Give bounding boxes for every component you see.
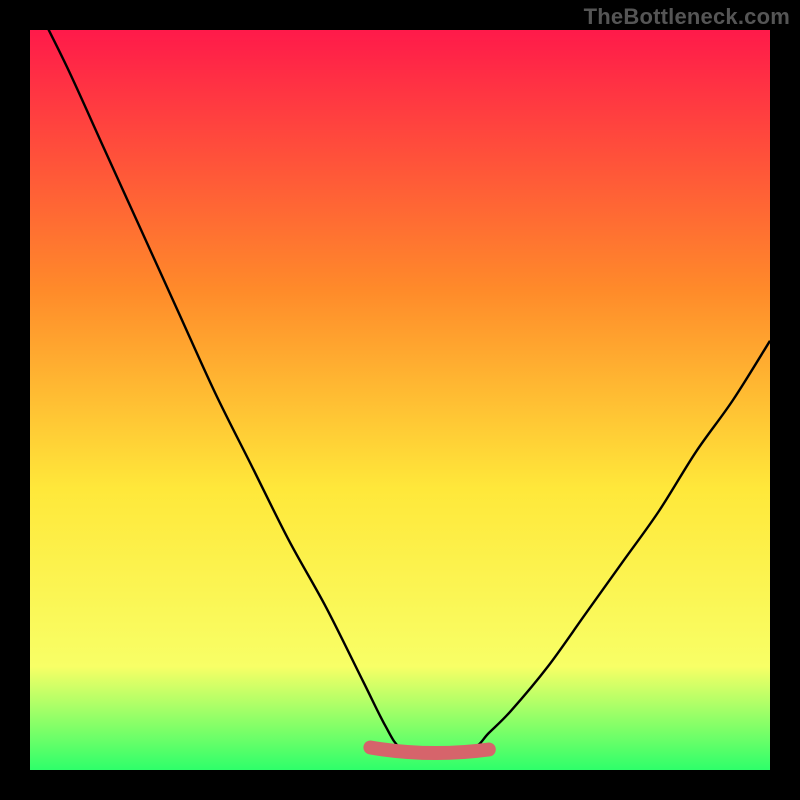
chart-frame: TheBottleneck.com — [0, 0, 800, 800]
gradient-background — [30, 30, 770, 770]
optimal-range-band — [370, 748, 488, 754]
plot-area — [30, 30, 770, 770]
watermark-text: TheBottleneck.com — [584, 4, 790, 30]
bottleneck-chart — [30, 30, 770, 770]
